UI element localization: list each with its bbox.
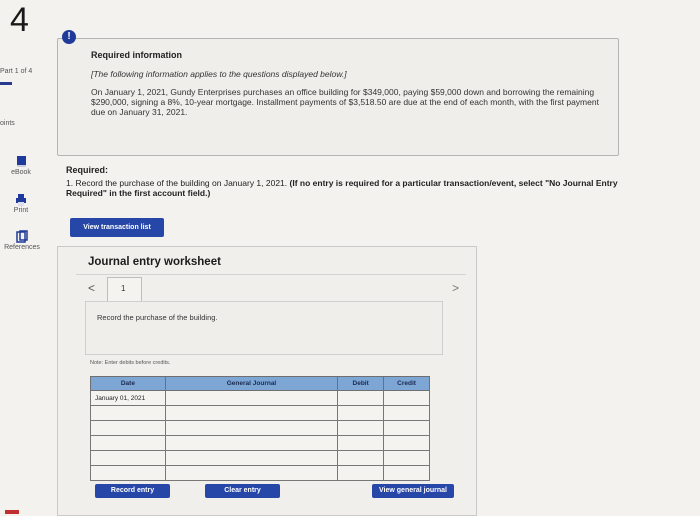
credit-cell[interactable]	[383, 450, 430, 466]
debit-credit-note: Note: Enter debits before credits.	[90, 360, 171, 366]
column-header-debit: Debit	[337, 376, 385, 391]
table-row	[90, 450, 430, 466]
references-icon	[15, 230, 29, 244]
record-entry-button[interactable]: Record entry	[95, 484, 170, 498]
credit-cell[interactable]	[383, 435, 430, 451]
date-cell[interactable]: January 01, 2021	[90, 390, 166, 406]
chevron-left-icon[interactable]: <	[88, 281, 95, 295]
divider	[76, 274, 466, 275]
column-header-credit: Credit	[383, 376, 430, 391]
account-cell[interactable]	[164, 435, 339, 451]
worksheet-title: Journal entry worksheet	[88, 256, 221, 268]
view-general-journal-button[interactable]: View general journal	[372, 484, 454, 498]
debit-cell[interactable]	[337, 465, 385, 481]
part-progress-bar	[0, 82, 12, 85]
sidebar-item-label: eBook	[11, 169, 31, 176]
account-cell[interactable]	[164, 420, 339, 436]
required-title: Required:	[66, 165, 109, 175]
sidebar-item-references[interactable]: References	[0, 230, 44, 251]
printer-icon	[14, 193, 28, 207]
date-cell[interactable]	[90, 405, 166, 421]
credit-cell[interactable]	[383, 420, 430, 436]
debit-cell[interactable]	[337, 405, 385, 421]
required-text-plain: 1. Record the purchase of the building o…	[66, 178, 288, 188]
sidebar-item-print[interactable]: Print	[6, 193, 36, 214]
transaction-description: Record the purchase of the building.	[97, 313, 218, 322]
account-cell[interactable]	[164, 465, 339, 481]
table-row	[90, 435, 430, 451]
date-cell[interactable]	[90, 420, 166, 436]
question-number: 4	[10, 1, 29, 39]
account-cell[interactable]	[164, 450, 339, 466]
part-indicator: Part 1 of 4	[0, 68, 33, 75]
table-row	[90, 465, 430, 481]
account-cell[interactable]	[164, 405, 339, 421]
debit-cell[interactable]	[337, 435, 385, 451]
chevron-right-icon[interactable]: >	[452, 281, 459, 295]
bottom-indicator	[5, 510, 19, 514]
sidebar-item-ebook[interactable]: eBook	[6, 155, 36, 176]
alert-icon: !	[62, 30, 76, 44]
account-cell[interactable]	[164, 390, 339, 406]
sidebar-item-label: References	[4, 244, 40, 251]
credit-cell[interactable]	[383, 390, 430, 406]
table-row	[90, 405, 430, 421]
required-text: 1. Record the purchase of the building o…	[66, 178, 626, 198]
journal-entry-table: Date General Journal Debit Credit Januar…	[90, 376, 430, 481]
sidebar-item-label: Print	[13, 207, 29, 214]
info-body: On January 1, 2021, Gundy Enterprises pu…	[91, 87, 599, 117]
column-header-date: Date	[90, 376, 166, 391]
tab-number: 1	[121, 284, 126, 293]
credit-cell[interactable]	[383, 405, 430, 421]
column-header-general-journal: General Journal	[164, 376, 339, 391]
points-label: oints	[0, 120, 15, 127]
credit-cell[interactable]	[383, 465, 430, 481]
debit-cell[interactable]	[337, 420, 385, 436]
date-cell[interactable]	[90, 450, 166, 466]
book-icon	[14, 155, 28, 169]
info-title: Required information	[91, 50, 183, 60]
date-cell[interactable]	[90, 435, 166, 451]
info-note: [The following information applies to th…	[91, 69, 347, 79]
date-cell[interactable]	[90, 465, 166, 481]
view-transaction-list-button[interactable]: View transaction list	[70, 218, 164, 237]
transaction-description-box	[85, 301, 443, 355]
table-row: January 01, 2021	[90, 390, 430, 406]
debit-cell[interactable]	[337, 390, 385, 406]
clear-entry-button[interactable]: Clear entry	[205, 484, 280, 498]
table-row	[90, 420, 430, 436]
debit-cell[interactable]	[337, 450, 385, 466]
